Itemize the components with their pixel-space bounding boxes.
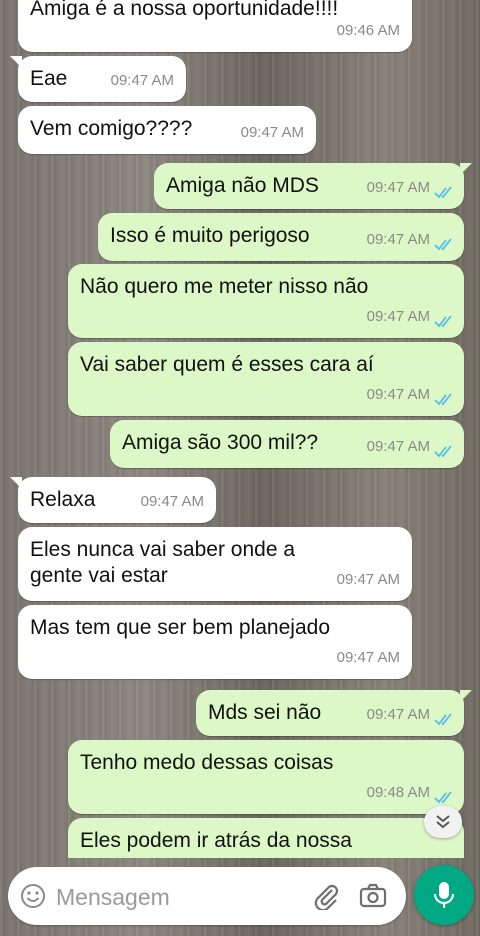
message-time: 09:47 AM bbox=[366, 308, 430, 325]
camera-button[interactable] bbox=[358, 882, 388, 910]
attach-button[interactable] bbox=[312, 882, 340, 910]
message-bubble-outgoing[interactable]: Mds sei não 09:47 AM bbox=[196, 690, 472, 736]
message-bubble-outgoing[interactable]: Amiga são 300 mil?? 09:47 AM bbox=[110, 420, 464, 468]
message-time: 09:47 AM bbox=[336, 649, 400, 666]
message-text: Tenho medo dessas coisas bbox=[80, 751, 334, 774]
message-bubble-outgoing[interactable]: Eles podem ir atrás da nossa bbox=[68, 818, 464, 858]
message-bubble-incoming[interactable]: Vem comigo???? 09:47 AM bbox=[18, 106, 316, 154]
paperclip-icon bbox=[314, 884, 339, 910]
double-check-icon bbox=[434, 791, 452, 804]
message-time: 09:47 AM bbox=[366, 438, 430, 455]
double-check-icon bbox=[434, 238, 452, 251]
message-bubble-incoming[interactable]: Mas tem que ser bem planejado 09:47 AM bbox=[18, 605, 412, 679]
message-time: 09:47 AM bbox=[140, 493, 204, 510]
message-time: 09:46 AM bbox=[336, 22, 400, 39]
message-text: Mas tem que ser bem planejado bbox=[30, 616, 330, 639]
double-check-icon bbox=[434, 393, 452, 406]
message-input[interactable] bbox=[54, 877, 308, 917]
message-bubble-outgoing[interactable]: Isso é muito perigoso 09:47 AM bbox=[98, 213, 464, 261]
message-bubble-outgoing[interactable]: Não quero me meter nisso não 09:47 AM bbox=[68, 264, 464, 338]
message-text: Eles podem ir atrás da nossa bbox=[80, 829, 352, 852]
message-time: 09:47 AM bbox=[110, 72, 174, 89]
message-composer[interactable] bbox=[8, 867, 406, 925]
chat-area[interactable]: Amiga é a nossa oportunidade!!!! 09:46 A… bbox=[0, 0, 480, 858]
message-bubble-outgoing[interactable]: Vai saber quem é esses cara aí 09:47 AM bbox=[68, 342, 464, 416]
message-time: 09:47 AM bbox=[366, 386, 430, 403]
emoji-icon bbox=[21, 884, 45, 908]
voice-record-button[interactable] bbox=[414, 865, 474, 925]
message-time: 09:47 AM bbox=[240, 124, 304, 141]
message-time: 09:47 AM bbox=[366, 706, 430, 723]
message-time: 09:48 AM bbox=[366, 784, 430, 801]
double-check-icon bbox=[434, 186, 452, 199]
message-text: Não quero me meter nisso não bbox=[80, 275, 369, 298]
microphone-icon bbox=[433, 882, 455, 908]
double-check-icon bbox=[434, 445, 452, 458]
message-time: 09:47 AM bbox=[336, 571, 400, 588]
message-bubble-incoming[interactable]: Relaxa 09:47 AM bbox=[10, 477, 216, 523]
message-bubble-outgoing[interactable]: Amiga não MDS 09:47 AM bbox=[154, 163, 472, 209]
double-chevron-down-icon bbox=[436, 815, 450, 829]
emoji-button[interactable] bbox=[20, 883, 46, 909]
message-bubble-incoming[interactable]: Eles nunca vai saber onde a gente vai es… bbox=[18, 527, 412, 601]
message-time: 09:47 AM bbox=[366, 179, 430, 196]
message-bubble-incoming[interactable]: Eae 09:47 AM bbox=[10, 56, 186, 102]
camera-icon bbox=[359, 883, 387, 908]
message-bubble-incoming[interactable]: Amiga é a nossa oportunidade!!!! 09:46 A… bbox=[18, 0, 412, 52]
double-check-icon bbox=[434, 713, 452, 726]
message-text: Vai saber quem é esses cara aí bbox=[80, 353, 374, 376]
double-check-icon bbox=[434, 315, 452, 328]
message-time: 09:47 AM bbox=[366, 231, 430, 248]
message-bubble-outgoing[interactable]: Tenho medo dessas coisas 09:48 AM bbox=[68, 740, 464, 814]
scroll-to-bottom-button[interactable] bbox=[424, 806, 462, 838]
message-text: Eles nunca vai saber onde a gente vai es… bbox=[30, 538, 296, 587]
